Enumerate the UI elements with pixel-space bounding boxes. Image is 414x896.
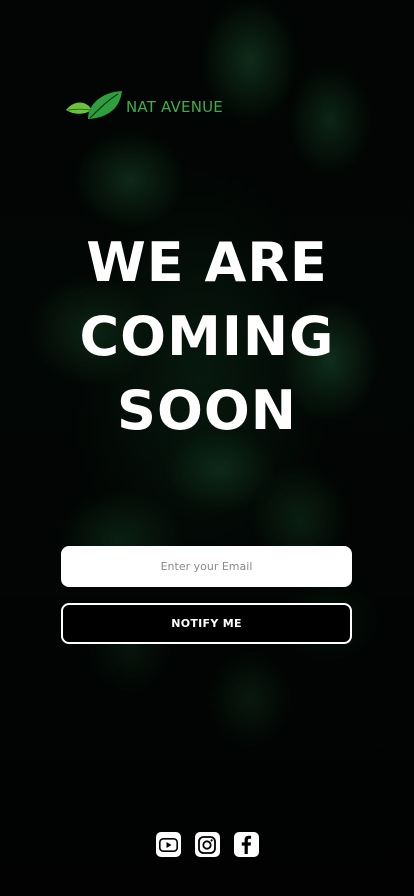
brand-logo: NAT AVENUE [64, 88, 223, 126]
youtube-icon[interactable] [155, 832, 181, 857]
facebook-icon[interactable] [233, 832, 259, 857]
headline-line-1: WE ARE [86, 231, 328, 294]
brand-name: NAT AVENUE [126, 98, 223, 116]
notify-me-button[interactable]: NOTIFY ME [61, 603, 352, 644]
headline-line-3: SOON [117, 379, 297, 442]
page-headline: WE ARE COMING SOON [0, 226, 414, 448]
headline-line-2: COMING [79, 305, 335, 368]
background-overlay [0, 0, 414, 896]
social-links [0, 832, 414, 857]
email-input[interactable] [61, 546, 352, 587]
leaf-icon [64, 88, 122, 126]
instagram-icon[interactable] [194, 832, 220, 857]
